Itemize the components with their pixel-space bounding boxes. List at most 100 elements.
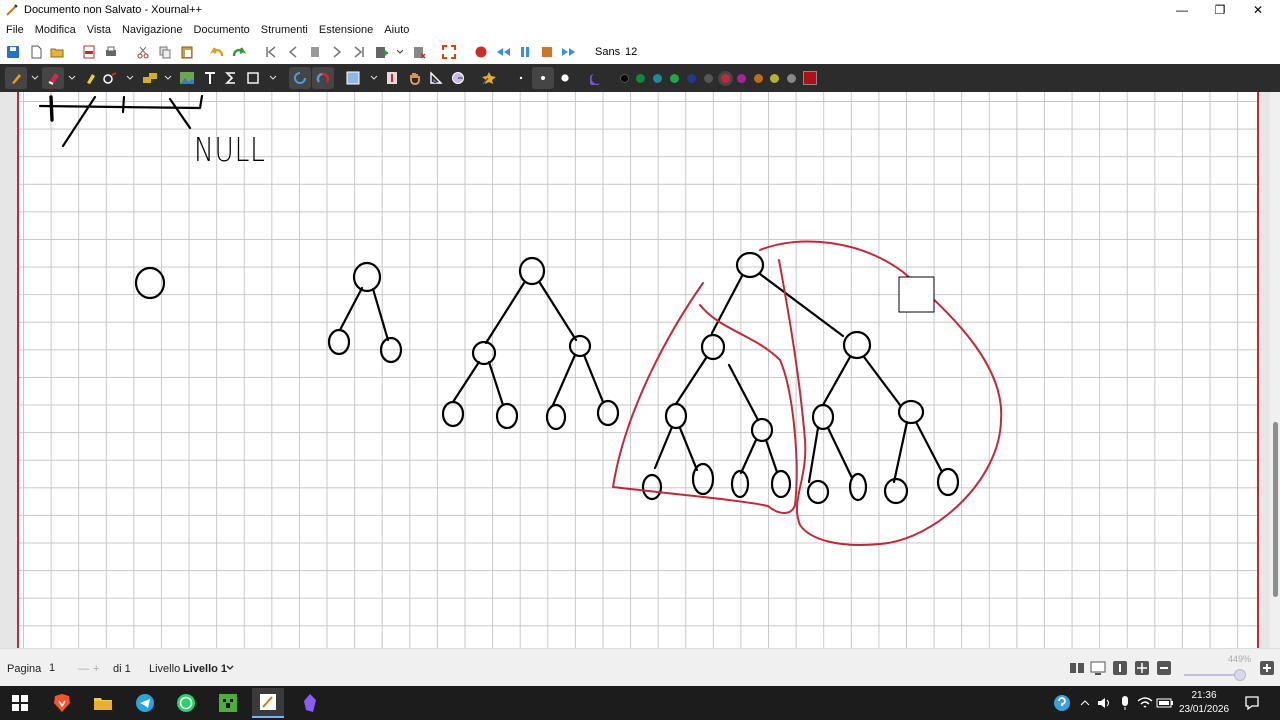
zoom-fit-icon[interactable] bbox=[1134, 660, 1150, 676]
delete-page-icon[interactable] bbox=[411, 44, 427, 60]
medium-size-dot[interactable] bbox=[532, 67, 554, 89]
export-pdf-icon[interactable] bbox=[81, 44, 97, 60]
select-tool-icon[interactable] bbox=[142, 70, 158, 86]
next-page-icon[interactable] bbox=[329, 44, 345, 60]
pointer-favorite-icon[interactable] bbox=[481, 70, 497, 86]
chevron-down-icon[interactable] bbox=[160, 70, 176, 86]
goto-page-icon[interactable] bbox=[307, 44, 323, 60]
telegram-icon[interactable] bbox=[133, 691, 157, 715]
last-page-icon[interactable] bbox=[351, 44, 367, 60]
minimize-button[interactable]: — bbox=[1162, 0, 1202, 20]
chevron-down-icon[interactable] bbox=[265, 70, 281, 86]
chevron-down-icon[interactable] bbox=[366, 70, 382, 86]
font-name[interactable]: Sans bbox=[595, 46, 620, 58]
dual-page-icon[interactable] bbox=[1069, 661, 1085, 675]
scrollbar-thumb[interactable] bbox=[1273, 422, 1278, 597]
copy-icon[interactable] bbox=[157, 44, 173, 60]
windows-start-icon[interactable] bbox=[8, 691, 32, 715]
rectangle-tool-icon[interactable] bbox=[245, 70, 261, 86]
layer-select[interactable]: Livello 1 bbox=[183, 663, 227, 675]
menu-modifica[interactable]: Modifica bbox=[35, 24, 76, 36]
chevron-down-icon[interactable] bbox=[27, 70, 43, 86]
file-explorer-icon[interactable] bbox=[91, 691, 115, 715]
color-light-gray[interactable] bbox=[787, 74, 796, 83]
select-rectangle-icon[interactable] bbox=[345, 70, 361, 86]
zoom-out-icon[interactable] bbox=[1156, 660, 1172, 676]
thin-size-dot[interactable] bbox=[513, 70, 529, 86]
paste-icon[interactable] bbox=[179, 44, 195, 60]
page-stepper-minus[interactable]: — bbox=[78, 663, 89, 675]
minecraft-icon[interactable] bbox=[216, 691, 240, 715]
color-navy[interactable] bbox=[687, 74, 696, 83]
menu-aiuto[interactable]: Aiuto bbox=[384, 24, 409, 36]
menu-estensione[interactable]: Estensione bbox=[319, 24, 373, 36]
color-green[interactable] bbox=[670, 74, 679, 83]
fast-forward-icon[interactable] bbox=[561, 44, 577, 60]
thick-size-dot[interactable] bbox=[557, 70, 573, 86]
shape-tool-icon[interactable] bbox=[102, 70, 118, 86]
color-olive[interactable] bbox=[770, 74, 779, 83]
vertical-space-icon[interactable] bbox=[384, 70, 400, 86]
chevron-down-icon[interactable] bbox=[392, 44, 408, 60]
selection-box[interactable] bbox=[898, 276, 935, 313]
text-tool-icon[interactable] bbox=[202, 70, 218, 86]
color-teal[interactable] bbox=[653, 74, 662, 83]
zoom-100-icon[interactable] bbox=[1112, 660, 1128, 676]
whatsapp-icon[interactable] bbox=[174, 691, 198, 715]
vertical-scrollbar[interactable] bbox=[1270, 92, 1280, 648]
rewind-icon[interactable] bbox=[495, 44, 511, 60]
hand-tool-icon[interactable] bbox=[407, 70, 423, 86]
compass-icon[interactable] bbox=[450, 70, 466, 86]
maximize-button[interactable]: ❐ bbox=[1200, 0, 1240, 20]
math-tex-tool-icon[interactable] bbox=[223, 70, 239, 86]
fullscreen-icon[interactable] bbox=[441, 44, 457, 60]
color-magenta[interactable] bbox=[737, 74, 746, 83]
save-icon[interactable] bbox=[5, 44, 21, 60]
notification-icon[interactable] bbox=[1240, 691, 1264, 715]
obsidian-icon[interactable] bbox=[298, 691, 322, 715]
menu-navigazione[interactable]: Navigazione bbox=[122, 24, 183, 36]
pause-icon[interactable] bbox=[517, 44, 533, 60]
menu-strumenti[interactable]: Strumenti bbox=[261, 24, 308, 36]
pen-tool-icon[interactable] bbox=[5, 67, 27, 89]
menu-vista[interactable]: Vista bbox=[87, 24, 111, 36]
cut-icon[interactable] bbox=[135, 44, 151, 60]
chevron-down-icon[interactable] bbox=[225, 663, 235, 673]
zoom-in-icon[interactable] bbox=[1259, 660, 1275, 676]
color-gray[interactable] bbox=[704, 74, 713, 83]
open-folder-icon[interactable] bbox=[49, 44, 65, 60]
rotation-snap-icon[interactable] bbox=[289, 67, 311, 89]
color-red[interactable] bbox=[718, 71, 733, 86]
menu-file[interactable]: File bbox=[6, 24, 24, 36]
fill-tool-icon[interactable] bbox=[589, 70, 605, 86]
presentation-icon[interactable] bbox=[1090, 661, 1106, 675]
eraser-tool-icon[interactable] bbox=[42, 67, 64, 89]
document-canvas[interactable]: NULL bbox=[0, 92, 1280, 648]
undo-icon[interactable] bbox=[209, 44, 225, 60]
page-stepper-plus[interactable]: + bbox=[93, 663, 99, 675]
custom-color-button[interactable] bbox=[803, 71, 817, 85]
image-tool-icon[interactable] bbox=[179, 70, 195, 86]
print-icon[interactable] bbox=[103, 44, 119, 60]
menu-documento[interactable]: Documento bbox=[194, 24, 250, 36]
chevron-down-icon[interactable] bbox=[64, 70, 80, 86]
setsquare-icon[interactable] bbox=[428, 70, 444, 86]
taskbar-clock[interactable]: 21:36 23/01/2026 bbox=[1172, 689, 1236, 717]
color-dark-green[interactable] bbox=[636, 74, 645, 83]
zoom-slider-handle[interactable] bbox=[1234, 669, 1246, 681]
highlighter-tool-icon[interactable] bbox=[82, 70, 98, 86]
previous-page-icon[interactable] bbox=[285, 44, 301, 60]
first-page-icon[interactable] bbox=[263, 44, 279, 60]
record-icon[interactable] bbox=[473, 44, 489, 60]
font-size[interactable]: 12 bbox=[625, 46, 637, 58]
brave-browser-icon[interactable] bbox=[50, 691, 74, 715]
stop-icon[interactable] bbox=[539, 44, 555, 60]
color-black[interactable] bbox=[620, 74, 629, 83]
new-document-icon[interactable] bbox=[28, 44, 44, 60]
grid-snap-icon[interactable] bbox=[312, 67, 334, 89]
xournal-taskbar-icon[interactable] bbox=[252, 688, 284, 718]
help-icon[interactable] bbox=[1050, 691, 1074, 715]
chevron-down-icon[interactable] bbox=[122, 70, 138, 86]
close-button[interactable]: ✕ bbox=[1238, 0, 1278, 20]
insert-page-icon[interactable] bbox=[373, 44, 389, 60]
